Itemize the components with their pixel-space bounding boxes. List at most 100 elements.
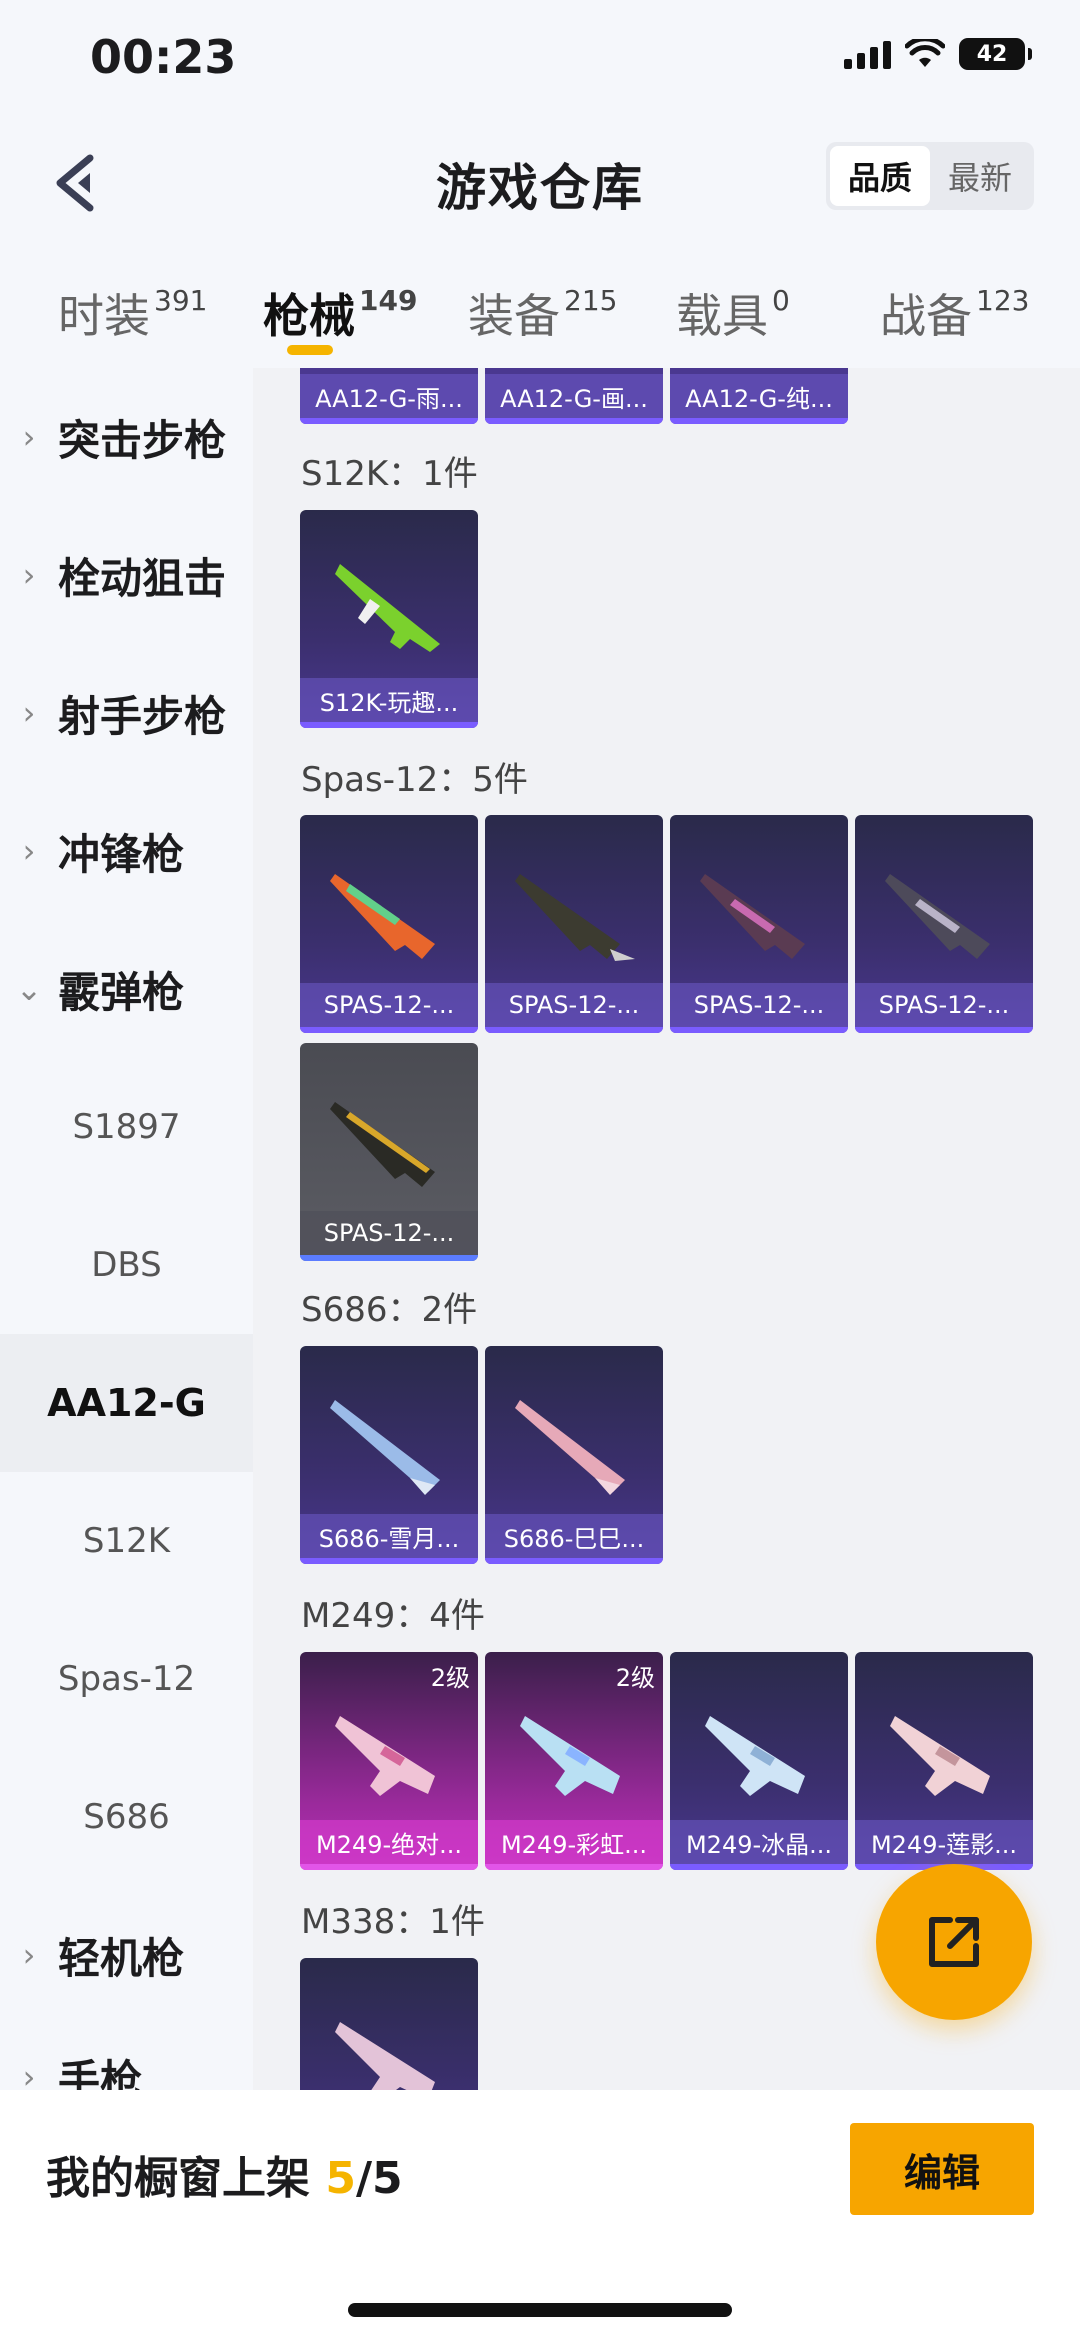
rarity-bar bbox=[300, 1864, 478, 1870]
sidebar-item-lmg[interactable]: › 轻机枪 bbox=[0, 1886, 253, 2024]
sidebar-subitem-s12k[interactable]: S12K bbox=[0, 1472, 253, 1610]
sidebar-item-bolt-sniper[interactable]: › 栓动狙击 bbox=[0, 506, 253, 644]
section-title-m249: M249：4件 bbox=[301, 1596, 485, 1636]
skin-name: SPAS-12-... bbox=[855, 983, 1033, 1027]
skin-card[interactable]: SPAS-12-... bbox=[670, 815, 848, 1033]
rarity-bar bbox=[485, 1027, 663, 1033]
sidebar-item-label: 冲锋枪 bbox=[58, 829, 185, 879]
sidebar-subitem-spas12[interactable]: Spas-12 bbox=[0, 1610, 253, 1748]
tab-count: 149 bbox=[359, 284, 418, 317]
skin-name: S12K-玩趣... bbox=[300, 678, 478, 722]
rarity-bar bbox=[670, 418, 848, 424]
sidebar-item-label: 突击步枪 bbox=[58, 415, 227, 465]
section-title-s686: S686：2件 bbox=[301, 1290, 478, 1330]
machine-gun-icon bbox=[705, 1716, 805, 1796]
sort-quality-button[interactable]: 品质 bbox=[830, 146, 930, 206]
sidebar-subitem-aa12g[interactable]: AA12-G bbox=[0, 1334, 253, 1472]
shotgun-icon bbox=[330, 874, 435, 959]
skin-card[interactable]: 2级 M249-彩虹... bbox=[485, 1652, 663, 1870]
skin-name: M249-莲影... bbox=[855, 1820, 1033, 1864]
skin-card[interactable]: S12K-玩趣... bbox=[300, 510, 478, 728]
rifle-icon bbox=[335, 564, 440, 652]
chevron-right-icon: › bbox=[22, 1936, 36, 1974]
showcase-status: 我的橱窗上架 5/5 bbox=[46, 2142, 403, 2206]
tab-label: 枪械 bbox=[263, 289, 355, 343]
sidebar-item-assault-rifle[interactable]: › 突击步枪 bbox=[0, 368, 253, 506]
skin-name: AA12-G-纯... bbox=[670, 374, 848, 418]
rarity-bar bbox=[300, 418, 478, 424]
skin-name: AA12-G-画... bbox=[485, 374, 663, 418]
showcase-current-count: 5 bbox=[325, 2153, 356, 2204]
active-tab-indicator bbox=[287, 345, 333, 355]
showcase-label: 我的橱窗上架 bbox=[46, 2153, 310, 2204]
skin-card[interactable]: AA12-G-画... bbox=[485, 368, 663, 424]
chevron-down-icon: ⌄ bbox=[15, 970, 43, 1008]
skin-card[interactable]: M249-莲影... bbox=[855, 1652, 1033, 1870]
sidebar-item-pistol[interactable]: › 手枪 bbox=[0, 2008, 253, 2091]
rarity-bar bbox=[485, 1864, 663, 1870]
tab-fashion[interactable]: 时装 391 bbox=[58, 280, 207, 346]
sort-latest-button[interactable]: 最新 bbox=[930, 146, 1030, 206]
skin-card[interactable]: M249-冰晶... bbox=[670, 1652, 848, 1870]
chevron-right-icon: › bbox=[22, 694, 36, 732]
tab-equipment[interactable]: 装备 215 bbox=[468, 280, 617, 346]
clock: 00:23 bbox=[90, 30, 237, 84]
edit-button[interactable]: 编辑 bbox=[850, 2123, 1034, 2215]
rarity-bar bbox=[300, 1027, 478, 1033]
external-share-icon bbox=[929, 1917, 979, 1967]
skin-card[interactable]: 2级 M249-绝对... bbox=[300, 1652, 478, 1870]
sidebar-item-marksman-rifle[interactable]: › 射手步枪 bbox=[0, 644, 253, 782]
tab-guns[interactable]: 枪械 149 bbox=[263, 280, 417, 346]
chevron-right-icon: › bbox=[22, 418, 36, 456]
machine-gun-icon bbox=[335, 2022, 435, 2090]
sidebar-item-label: 射手步枪 bbox=[58, 691, 227, 741]
tab-vehicles[interactable]: 载具 0 bbox=[676, 280, 790, 346]
sidebar-subitem-dbs[interactable]: DBS bbox=[0, 1196, 253, 1334]
skin-card[interactable]: SPAS-12-... bbox=[855, 815, 1033, 1033]
sidebar-item-label: 轻机枪 bbox=[58, 1933, 185, 1983]
battery-icon: 42 bbox=[959, 38, 1032, 70]
status-icons: 42 bbox=[844, 38, 1032, 70]
sidebar-item-shotgun[interactable]: ⌄ 霰弹枪 bbox=[0, 920, 253, 1058]
sidebar-subitem-s1897[interactable]: S1897 bbox=[0, 1058, 253, 1196]
skin-card[interactable]: S686-巳巳... bbox=[485, 1346, 663, 1564]
rarity-bar bbox=[485, 1558, 663, 1564]
wifi-icon bbox=[905, 39, 945, 67]
sidebar-item-label: 霰弹枪 bbox=[58, 967, 185, 1017]
skin-name: M249-绝对... bbox=[300, 1820, 478, 1864]
skin-card[interactable]: SPAS-12-... bbox=[300, 815, 478, 1033]
sidebar-item-label: 栓动狙击 bbox=[58, 553, 227, 603]
tab-label: 战备 bbox=[880, 289, 972, 343]
skin-name: M249-冰晶... bbox=[670, 1820, 848, 1864]
rarity-bar bbox=[670, 1027, 848, 1033]
weapon-grid: AA12-G-雨... AA12-G-画... AA12-G-纯... S12K… bbox=[253, 368, 1080, 2090]
chevron-right-icon: › bbox=[22, 2058, 36, 2090]
sort-toggle: 品质 最新 bbox=[826, 142, 1034, 210]
home-indicator bbox=[348, 2303, 732, 2317]
rarity-bar bbox=[300, 1255, 478, 1261]
sidebar-item-label: 手枪 bbox=[58, 2055, 143, 2091]
skin-card[interactable]: AA12-G-纯... bbox=[670, 368, 848, 424]
skin-card[interactable]: SPAS-12-... bbox=[485, 815, 663, 1033]
machine-gun-icon bbox=[335, 1716, 435, 1796]
tab-label: 时装 bbox=[58, 289, 150, 343]
sidebar-item-smg[interactable]: › 冲锋枪 bbox=[0, 782, 253, 920]
showcase-total-count: /5 bbox=[355, 2153, 403, 2204]
weapon-category-sidebar: › 突击步枪 › 栓动狙击 › 射手步枪 › 冲锋枪 ⌄ 霰弹枪 S1897 D… bbox=[0, 368, 253, 2090]
shotgun-icon bbox=[700, 874, 805, 959]
share-fab-button[interactable] bbox=[876, 1864, 1032, 2020]
shotgun-icon bbox=[515, 874, 635, 961]
skin-card[interactable]: AA12-G-雨... bbox=[300, 368, 478, 424]
machine-gun-icon bbox=[890, 1716, 990, 1796]
shotgun-icon bbox=[515, 1400, 625, 1495]
section-title-s12k: S12K：1件 bbox=[301, 454, 478, 494]
machine-gun-icon bbox=[520, 1716, 620, 1796]
tab-supplies[interactable]: 战备 123 bbox=[880, 280, 1029, 346]
skin-name: S686-雪月... bbox=[300, 1514, 478, 1558]
skin-name: SPAS-12-... bbox=[300, 983, 478, 1027]
skin-card[interactable]: SPAS-12-... bbox=[300, 1043, 478, 1261]
skin-card[interactable]: S686-雪月... bbox=[300, 1346, 478, 1564]
sidebar-subitem-s686[interactable]: S686 bbox=[0, 1748, 253, 1886]
status-bar: 00:23 42 bbox=[0, 0, 1080, 120]
skin-card[interactable] bbox=[300, 1958, 478, 2090]
